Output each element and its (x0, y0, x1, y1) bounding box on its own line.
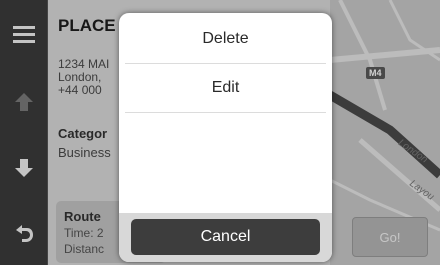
options-dialog: Delete Edit Cancel (119, 13, 332, 262)
cancel-button[interactable]: Cancel (131, 219, 320, 255)
dialog-footer: Cancel (119, 213, 332, 262)
edit-option[interactable]: Edit (119, 64, 332, 112)
divider (125, 112, 326, 113)
delete-option[interactable]: Delete (119, 15, 332, 63)
